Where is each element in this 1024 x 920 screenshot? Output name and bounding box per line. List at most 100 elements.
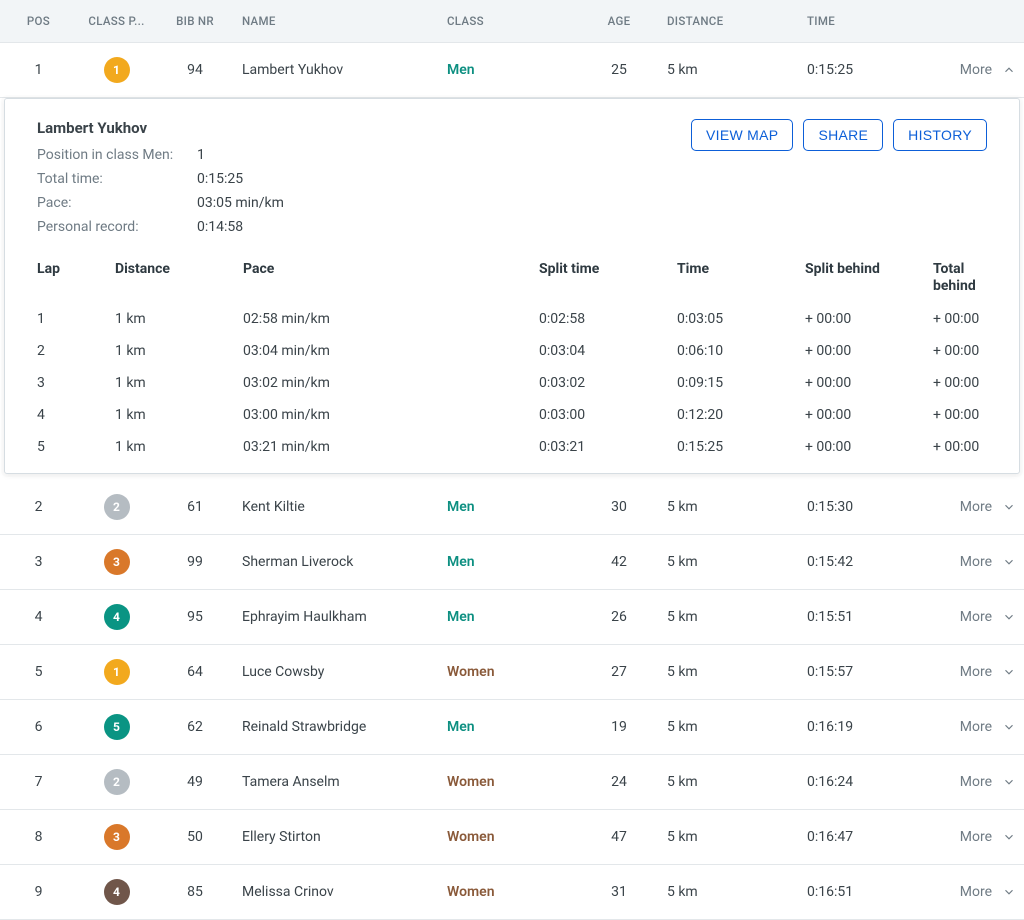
chevron-down-icon (1002, 555, 1016, 569)
lap-pace-bar (361, 439, 531, 455)
cell-name: Lambert Yukhov (234, 43, 439, 98)
chevron-down-icon (1002, 720, 1016, 734)
more-label: More (960, 719, 992, 735)
cell-age: 31 (579, 864, 659, 919)
lap-pace: 03:21 min/km (243, 439, 353, 455)
cell-more[interactable]: More (944, 754, 1024, 809)
expanded-panel-row: Lambert YukhovPosition in class Men:1Tot… (0, 98, 1024, 480)
col-bib[interactable]: BIB NR (156, 0, 234, 43)
cell-bib: 95 (156, 589, 234, 644)
table-row[interactable]: 5164Luce CowsbyWomen275 km0:15:57More (0, 644, 1024, 699)
chevron-down-icon (1002, 885, 1016, 899)
history-button[interactable]: HISTORY (893, 119, 987, 151)
col-distance[interactable]: DISTANCE (659, 0, 799, 43)
col-class-pos[interactable]: CLASS P... (77, 0, 156, 43)
lap-split: 0:03:00 (539, 407, 669, 423)
cell-pos: 9 (0, 864, 77, 919)
cell-age: 26 (579, 589, 659, 644)
table-row[interactable]: 6562Reinald StrawbridgeMen195 km0:16:19M… (0, 699, 1024, 754)
lap-row: 11 km02:58 min/km0:02:580:03:05+ 00:00+ … (37, 303, 987, 335)
more-label: More (960, 829, 992, 845)
table-row[interactable]: 4495Ephrayim HaulkhamMen265 km0:15:51Mor… (0, 589, 1024, 644)
more-label: More (960, 609, 992, 625)
more-label: More (960, 774, 992, 790)
lap-num: 5 (37, 439, 107, 455)
share-button[interactable]: SHARE (803, 119, 883, 151)
chevron-up-icon (1002, 63, 1016, 77)
cell-class-pos: 1 (77, 644, 156, 699)
cell-age: 27 (579, 644, 659, 699)
kv-value: 03:05 min/km (197, 195, 284, 211)
table-row[interactable]: 9485Melissa CrinovWomen315 km0:16:51More (0, 864, 1024, 919)
cell-more[interactable]: More (944, 644, 1024, 699)
cell-age: 24 (579, 754, 659, 809)
cell-more[interactable]: More (944, 699, 1024, 754)
kv-label: Personal record: (37, 219, 197, 235)
detail-name: Lambert Yukhov (37, 119, 284, 137)
kv-value: 0:14:58 (197, 219, 284, 235)
cell-more[interactable]: More (944, 43, 1024, 98)
lap-time: 0:09:15 (677, 375, 797, 391)
cell-bib: 50 (156, 809, 234, 864)
lap-split: 0:02:58 (539, 311, 669, 327)
cell-class-pos: 5 (77, 699, 156, 754)
lap-split-behind: + 00:00 (805, 375, 925, 391)
cell-bib: 49 (156, 754, 234, 809)
cell-class-pos: 1 (77, 43, 156, 98)
cell-time: 0:16:24 (799, 754, 944, 809)
col-name[interactable]: NAME (234, 0, 439, 43)
cell-more[interactable]: More (944, 589, 1024, 644)
cell-class-pos: 3 (77, 809, 156, 864)
cell-time: 0:16:51 (799, 864, 944, 919)
more-label: More (960, 62, 992, 78)
cell-name: Sherman Liverock (234, 534, 439, 589)
cell-class-pos: 2 (77, 754, 156, 809)
lap-distance: 1 km (115, 311, 235, 327)
cell-more[interactable]: More (944, 480, 1024, 535)
table-row[interactable]: 3399Sherman LiverockMen425 km0:15:42More (0, 534, 1024, 589)
chevron-down-icon (1002, 830, 1016, 844)
table-row[interactable]: 7249Tamera AnselmWomen245 km0:16:24More (0, 754, 1024, 809)
table-row[interactable]: 1194Lambert YukhovMen255 km0:15:25More (0, 43, 1024, 98)
lap-total-behind: + 00:00 (933, 311, 1013, 327)
view-map-button[interactable]: VIEW MAP (691, 119, 793, 151)
cell-more[interactable]: More (944, 809, 1024, 864)
lap-time: 0:06:10 (677, 343, 797, 359)
cell-distance: 5 km (659, 480, 799, 535)
cell-age: 47 (579, 809, 659, 864)
class-pos-badge: 1 (104, 57, 130, 83)
cell-more[interactable]: More (944, 864, 1024, 919)
cell-distance: 5 km (659, 43, 799, 98)
cell-bib: 94 (156, 43, 234, 98)
cell-more[interactable]: More (944, 534, 1024, 589)
cell-time: 0:15:57 (799, 644, 944, 699)
cell-name: Kent Kiltie (234, 480, 439, 535)
lap-split-behind: + 00:00 (805, 311, 925, 327)
lap-time: 0:15:25 (677, 439, 797, 455)
col-age[interactable]: AGE (579, 0, 659, 43)
cell-age: 30 (579, 480, 659, 535)
more-label: More (960, 884, 992, 900)
col-pos[interactable]: POS (0, 0, 77, 43)
col-class[interactable]: CLASS (439, 0, 579, 43)
class-pos-badge: 4 (104, 879, 130, 905)
lap-time: 0:03:05 (677, 311, 797, 327)
lap-distance: 1 km (115, 343, 235, 359)
cell-time: 0:16:47 (799, 809, 944, 864)
cell-distance: 5 km (659, 534, 799, 589)
class-pos-badge: 2 (104, 494, 130, 520)
cell-time: 0:15:25 (799, 43, 944, 98)
col-time[interactable]: TIME (799, 0, 944, 43)
cell-time: 0:16:19 (799, 699, 944, 754)
class-pos-badge: 2 (104, 769, 130, 795)
cell-pos: 6 (0, 699, 77, 754)
cell-pos: 3 (0, 534, 77, 589)
lap-pace-bar (361, 375, 531, 391)
kv-label: Pace: (37, 195, 197, 211)
lap-pace: 03:02 min/km (243, 375, 353, 391)
table-row[interactable]: 2261Kent KiltieMen305 km0:15:30More (0, 480, 1024, 535)
cell-class-pos: 2 (77, 480, 156, 535)
table-row[interactable]: 8350Ellery StirtonWomen475 km0:16:47More (0, 809, 1024, 864)
cell-pos: 5 (0, 644, 77, 699)
lap-pace: 02:58 min/km (243, 311, 353, 327)
